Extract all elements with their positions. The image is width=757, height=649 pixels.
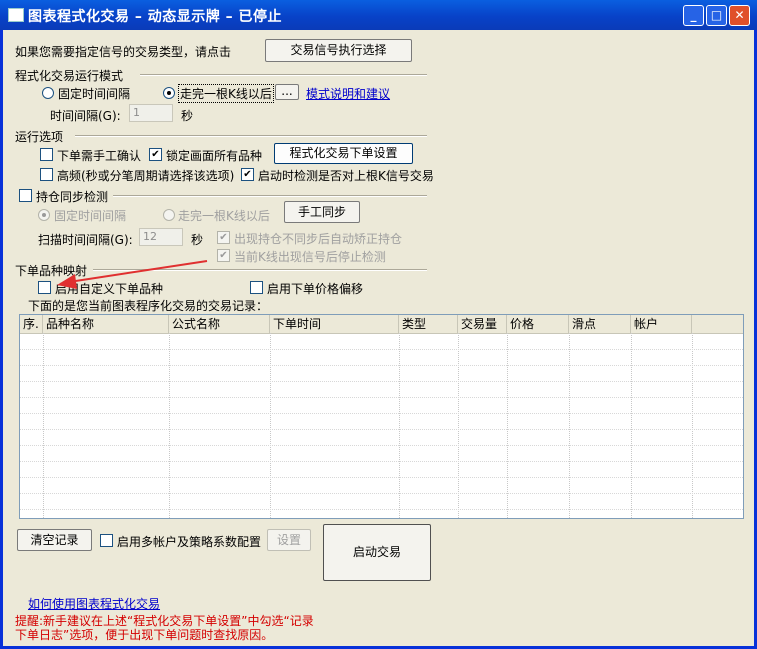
run-options-heading: 运行选项 xyxy=(15,130,64,144)
trade-records-table[interactable]: 序. 品种名称 公式名称 下单时间 类型 交易量 价格 滑点 帐户 xyxy=(19,314,744,519)
manual-sync-button[interactable]: 手工同步 xyxy=(284,201,360,223)
stop-check-checkbox[interactable]: ✔ xyxy=(217,249,230,262)
signal-select-button[interactable]: 交易信号执行选择 xyxy=(265,39,412,62)
table-header: 序. 品种名称 公式名称 下单时间 类型 交易量 价格 滑点 帐户 xyxy=(20,315,743,334)
col-index[interactable]: 序. xyxy=(20,315,43,333)
sync-fixed-radio[interactable] xyxy=(38,209,50,221)
separator xyxy=(113,195,427,197)
col-order-time[interactable]: 下单时间 xyxy=(270,315,399,333)
main-window: 图表程式化交易 – 动态显示牌 – 已停止 _ □ ✕ 如果您需要指定信号的交易… xyxy=(0,0,757,649)
mode-help-link[interactable]: 模式说明和建议 xyxy=(306,85,390,102)
col-symbol[interactable]: 品种名称 xyxy=(43,315,169,333)
close-button[interactable]: ✕ xyxy=(729,5,750,26)
manual-confirm-checkbox[interactable] xyxy=(40,148,53,161)
tip-line-2: 下单日志”选项，便于出现下单问题时查找原因。 xyxy=(15,628,274,642)
records-caption: 下面的是您当前图表程序化交易的交易记录： xyxy=(28,299,269,313)
window-title: 图表程式化交易 – 动态显示牌 – 已停止 xyxy=(28,9,282,25)
col-account[interactable]: 帐户 xyxy=(631,315,692,333)
clear-records-button[interactable]: 清空记录 xyxy=(17,529,92,551)
sync-bar-radio[interactable] xyxy=(163,209,175,221)
auto-fix-checkbox[interactable]: ✔ xyxy=(217,231,230,244)
sync-fixed-label[interactable]: 固定时间间隔 xyxy=(54,207,126,224)
separator xyxy=(140,74,427,76)
interval-input[interactable]: 1 xyxy=(129,104,173,122)
multi-account-label[interactable]: 启用多帐户及策略系数配置 xyxy=(117,533,261,550)
order-settings-button[interactable]: 程式化交易下单设置 xyxy=(274,143,413,164)
minimize-button[interactable]: _ xyxy=(683,5,704,26)
scan-interval-input[interactable]: 12 xyxy=(139,228,183,246)
sync-bar-label[interactable]: 走完一根K线以后 xyxy=(178,207,270,224)
run-mode-bar-radio[interactable] xyxy=(163,87,175,99)
separator xyxy=(75,135,427,137)
mode-more-button[interactable]: ... xyxy=(275,84,299,100)
howto-link[interactable]: 如何使用图表程式化交易 xyxy=(28,595,160,612)
title-bar[interactable]: 图表程式化交易 – 动态显示牌 – 已停止 _ □ ✕ xyxy=(0,0,757,30)
lock-all-checkbox[interactable]: ✔ xyxy=(149,148,162,161)
run-mode-fixed-label[interactable]: 固定时间间隔 xyxy=(58,85,130,102)
start-trading-button[interactable]: 启动交易 xyxy=(323,524,431,581)
col-slippage[interactable]: 滑点 xyxy=(569,315,631,333)
col-formula[interactable]: 公式名称 xyxy=(169,315,270,333)
position-sync-heading[interactable]: 持仓同步检测 xyxy=(36,188,108,205)
scan-interval-label: 扫描时间间隔(G): xyxy=(38,233,133,247)
interval-unit: 秒 xyxy=(181,109,194,123)
signal-prompt-text: 如果您需要指定信号的交易类型，请点击 xyxy=(15,45,232,59)
interval-label: 时间间隔(G): xyxy=(50,109,121,123)
high-freq-label[interactable]: 高频(秒或分笔周期请选择该选项) xyxy=(57,167,234,184)
app-icon xyxy=(8,8,24,22)
price-offset-checkbox[interactable] xyxy=(250,281,263,294)
manual-confirm-label[interactable]: 下单需手工确认 xyxy=(57,147,141,164)
col-type[interactable]: 类型 xyxy=(399,315,458,333)
high-freq-checkbox[interactable] xyxy=(40,168,53,181)
red-arrow-annotation xyxy=(57,260,208,289)
maximize-button[interactable]: □ xyxy=(706,5,727,26)
run-mode-bar-label[interactable]: 走完一根K线以后 xyxy=(178,84,274,103)
multi-account-checkbox[interactable] xyxy=(100,534,113,547)
account-settings-button[interactable]: 设置 xyxy=(267,529,311,551)
col-price[interactable]: 价格 xyxy=(507,315,569,333)
col-volume[interactable]: 交易量 xyxy=(458,315,507,333)
price-offset-label[interactable]: 启用下单价格偏移 xyxy=(267,280,363,297)
run-mode-heading: 程式化交易运行模式 xyxy=(15,69,124,83)
auto-fix-label[interactable]: 出现持仓不同步后自动矫正持仓 xyxy=(234,230,402,247)
startup-check-label[interactable]: 启动时检测是否对上根K信号交易 xyxy=(258,167,434,184)
run-mode-fixed-radio[interactable] xyxy=(42,87,54,99)
scan-interval-unit: 秒 xyxy=(191,233,204,247)
position-sync-checkbox[interactable] xyxy=(19,189,32,202)
startup-check-checkbox[interactable]: ✔ xyxy=(241,168,254,181)
lock-all-label[interactable]: 锁定画面所有品种 xyxy=(166,147,262,164)
stop-check-label[interactable]: 当前K线出现信号后停止检测 xyxy=(234,248,386,265)
